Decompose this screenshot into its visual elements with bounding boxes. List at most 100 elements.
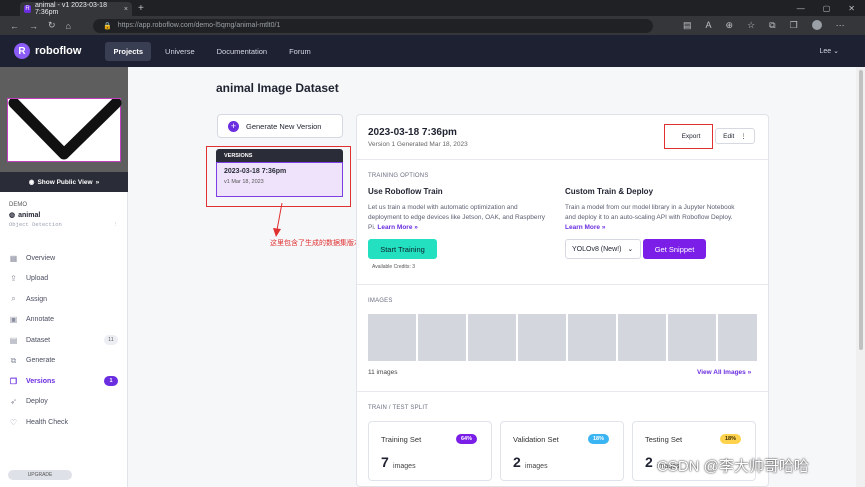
section-divider [357,284,768,285]
more-icon[interactable]: ⋯ [836,20,845,31]
watermark: CSDN @李大帅哥哈哈 [657,458,809,475]
reload-icon[interactable]: ↻ [48,20,56,31]
minimize-icon[interactable]: — [797,4,805,13]
project-type-row: Object Detection ⋮ [0,219,127,228]
edit-button[interactable]: Edit ⋮ [715,128,755,144]
image-thumbnail[interactable] [718,314,757,361]
favorite-icon[interactable]: ☆ [747,20,755,31]
reader-icon[interactable]: ▤ [683,20,692,31]
nav-documentation[interactable]: Documentation [209,42,275,61]
show-public-view-button[interactable]: ◉ Show Public View » [0,172,128,192]
sidebar: ◉ Show Public View » DEMO ◍ animal Objec… [0,67,128,487]
plus-icon: + [228,120,239,132]
collections-icon[interactable]: ❐ [790,20,798,31]
overview-icon: ▦ [9,253,18,263]
split-percent-badge: 18% [719,434,741,444]
generate-icon: ⧉ [10,355,17,365]
back-icon[interactable]: ← [10,21,19,31]
browser-navbar: ← → ↻ ⌂ 🔒 https://app.roboflow.com/demo-… [0,16,865,35]
nav-forum[interactable]: Forum [281,42,319,61]
roboflow-train-title: Use Roboflow Train [368,187,443,196]
custom-learn-more-link[interactable]: Learn More » [565,224,605,231]
sidebar-item-upload[interactable]: ⇪ Upload [0,269,127,290]
versions-list: VERSIONS 2023-03-18 7:36pm v1 Mar 18, 20… [216,149,343,199]
generate-new-version-button[interactable]: + Generate New Version [217,114,343,138]
browser-tab[interactable]: R animal - v1 2023-03-18 7:36pm × [20,2,132,16]
image-thumbnail[interactable] [568,314,616,361]
training-set-card: Training Set 64% 7 images [368,421,492,481]
split-count: 7 [381,454,389,470]
split-count: 2 [645,454,653,470]
project-name: animal [18,211,41,219]
split-unit: images [525,463,548,470]
user-menu[interactable]: Lee ⌄ [819,47,839,55]
deploy-icon: ➶ [10,397,17,407]
project-options-icon[interactable]: ⋮ [113,221,119,228]
section-divider [357,391,768,392]
image-thumbnail[interactable] [518,314,566,361]
profile-avatar[interactable] [811,20,822,30]
model-select[interactable]: YOLOv8 (New!) ⌄ [565,239,641,259]
image-thumbnail[interactable] [668,314,716,361]
logo-text[interactable]: roboflow [35,45,81,57]
image-thumbnail[interactable] [368,314,416,361]
split-label: Testing Set [645,435,683,444]
sidebar-item-label: Generate [26,357,56,365]
forward-icon[interactable]: → [29,21,38,31]
train-test-split-label: TRAIN / TEST SPLIT [368,405,429,411]
sidebar-item-overview[interactable]: ▦ Overview [0,248,127,269]
sidebar-menu: ▦ Overview ⇪ Upload ⌕ Assign ▣ Annotate … [0,248,127,433]
version-card: 2023-03-18 7:36pm Version 1 Generated Ma… [356,114,769,487]
address-bar[interactable]: 🔒 https://app.roboflow.com/demo-l5qmg/an… [92,18,653,33]
roboflow-favicon-icon: R [24,5,31,13]
sidebar-item-generate[interactable]: ⧉ Generate [0,351,127,372]
translate-icon[interactable]: A [706,20,712,31]
preview-chevron-shape [8,97,122,160]
sidebar-item-health-check[interactable]: ♡ Health Check [0,412,127,433]
image-thumbnail[interactable] [418,314,466,361]
close-window-icon[interactable]: ✕ [848,4,855,13]
sidebar-item-annotate[interactable]: ▣ Annotate [0,310,127,331]
split-unit: images [393,463,416,470]
start-training-button[interactable]: Start Training [368,239,437,259]
get-snippet-button[interactable]: Get Snippet [643,239,706,259]
nav-universe[interactable]: Universe [157,42,203,61]
sidebar-item-dataset[interactable]: ▤ Dataset 11 [0,330,127,351]
url-text: https://app.roboflow.com/demo-l5qmg/anim… [117,22,281,29]
split-count: 2 [513,454,521,470]
sidebar-item-label: Health Check [26,418,69,426]
project-icon: ◍ [9,212,16,219]
model-select-value: YOLOv8 (New!) [572,245,622,253]
view-all-images-link[interactable]: View All Images » [697,369,751,376]
upgrade-button[interactable]: UPGRADE [8,470,72,480]
version-subtitle: Version 1 Generated Mar 18, 2023 [368,141,468,148]
train-learn-more-link[interactable]: Learn More » [377,224,417,231]
sidebar-item-label: Upload [26,275,49,283]
roboflow-logo-icon[interactable]: R [14,43,30,59]
version-item[interactable]: 2023-03-18 7:36pm v1 Mar 18, 2023 [216,162,343,197]
user-name: Lee [819,48,832,55]
image-thumbnail[interactable] [618,314,666,361]
dataset-icon: ▤ [9,335,18,345]
sidebar-item-versions[interactable]: ❐ Versions 1 [0,371,127,392]
sidebar-item-deploy[interactable]: ➶ Deploy [0,392,127,413]
versions-header: VERSIONS [216,149,343,162]
zoom-icon[interactable]: ⊕ [726,20,734,31]
new-tab-icon[interactable]: + [138,3,144,14]
scrollbar-thumb[interactable] [859,70,863,350]
training-options-label: TRAINING OPTIONS [368,173,429,179]
project-name-row: ◍ animal [0,208,127,220]
sidebar-item-label: Deploy [26,398,48,406]
health-check-icon: ♡ [9,417,18,427]
window-controls: — ▢ ✕ [797,4,865,13]
sidebar-item-assign[interactable]: ⌕ Assign [0,289,127,310]
image-thumbnail[interactable] [468,314,516,361]
close-tab-icon[interactable]: × [124,6,128,13]
extensions-icon[interactable]: ⧉ [769,20,775,31]
maximize-icon[interactable]: ▢ [823,4,831,13]
home-icon[interactable]: ⌂ [66,21,71,31]
generate-button-label: Generate New Version [246,121,322,131]
nav-projects[interactable]: Projects [105,41,152,61]
app-header: R roboflow Projects Universe Documentati… [0,35,865,67]
custom-train-title: Custom Train & Deploy [565,187,654,196]
